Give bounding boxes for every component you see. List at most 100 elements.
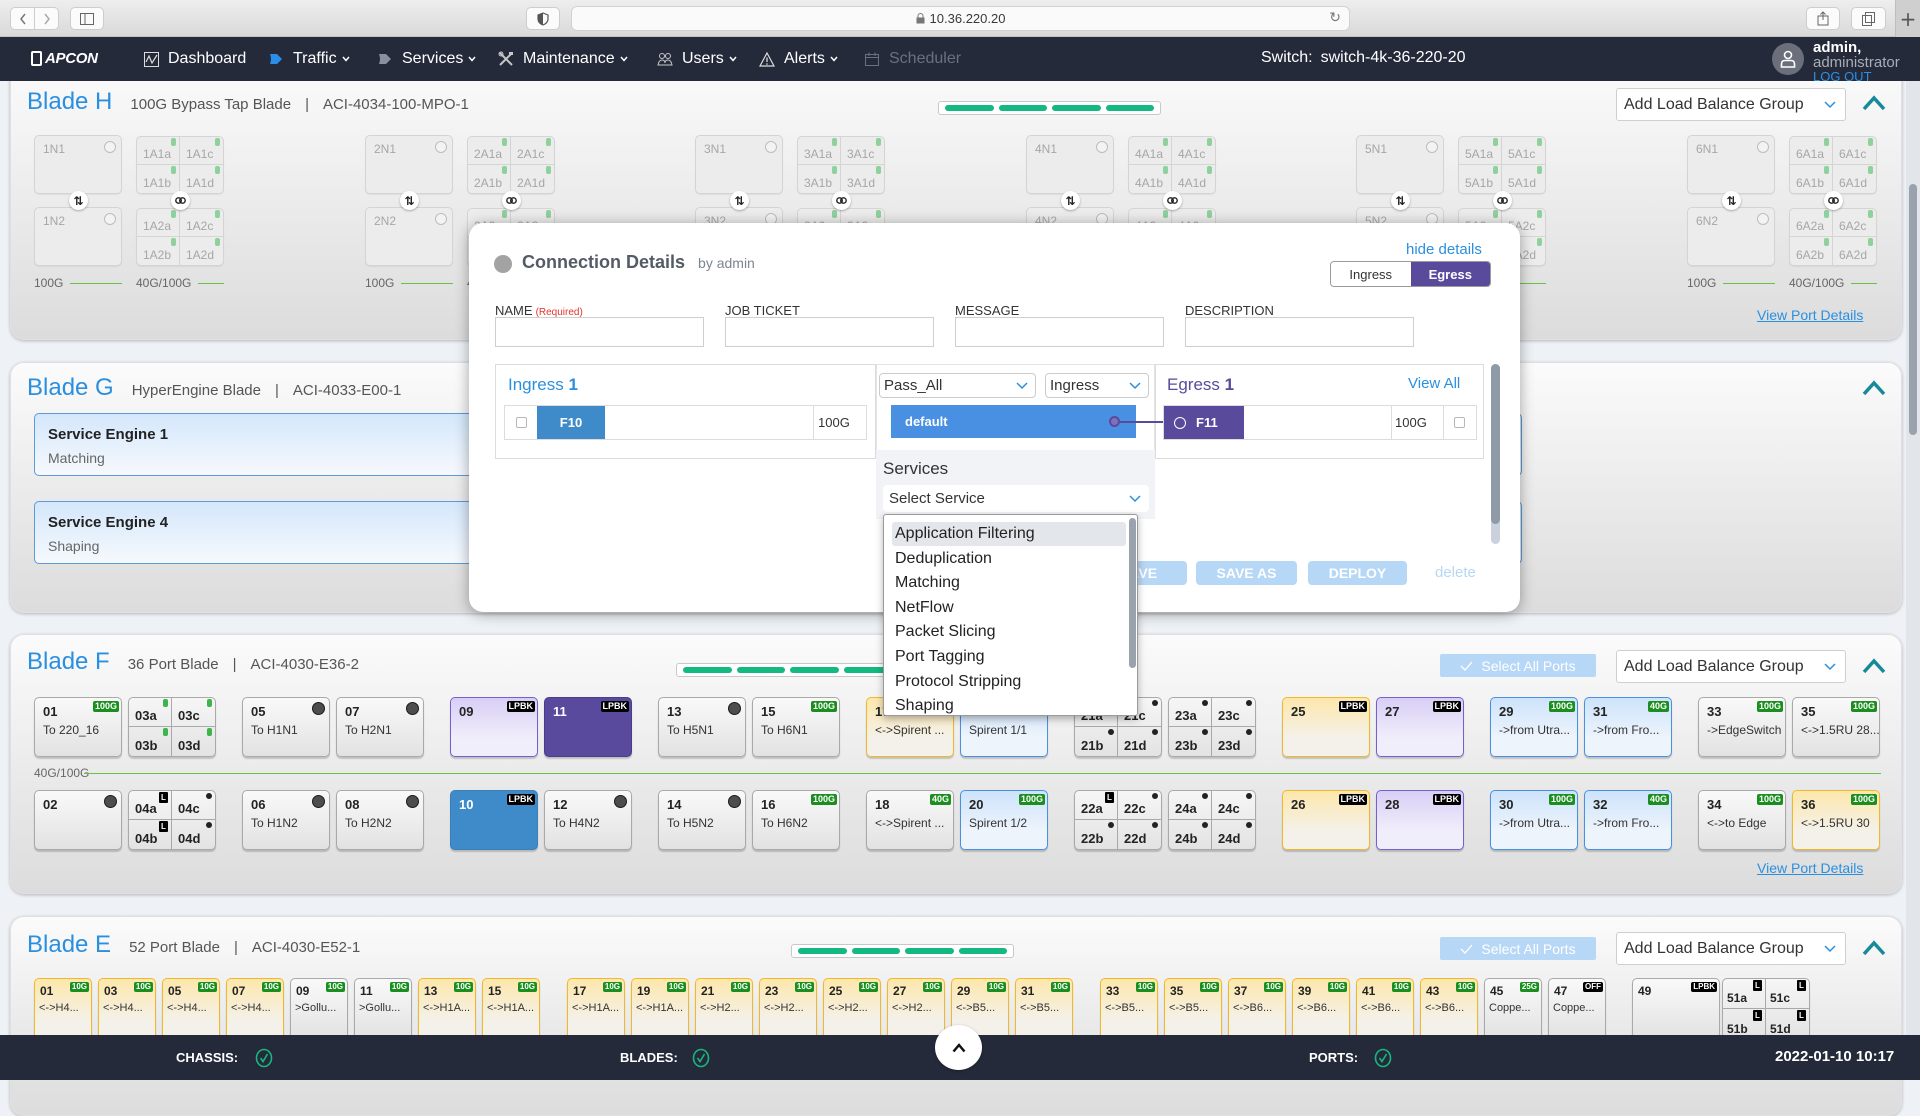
sub-port[interactable]: 1A1d [180, 165, 223, 193]
port-tile[interactable]: 02 [34, 790, 122, 850]
collapse-blade-button[interactable] [1862, 95, 1886, 111]
logout-link[interactable]: LOG OUT [1813, 70, 1872, 81]
port-tile[interactable]: 16 100G To H6N2 [752, 790, 840, 850]
port-tile[interactable]: 26 LPBK [1282, 790, 1370, 850]
sub-port[interactable]: 22c [1118, 791, 1161, 820]
port-tile[interactable]: 14 To H5N2 [658, 790, 746, 850]
message-input[interactable] [955, 317, 1164, 347]
sub-port[interactable]: 2A1a [468, 137, 511, 165]
sub-port[interactable]: 3A1b [798, 165, 841, 193]
port-tile[interactable]: 12 To H4N2 [544, 790, 632, 850]
sub-port[interactable]: 5A1d [1502, 165, 1545, 193]
sub-port[interactable]: 22d [1118, 820, 1161, 849]
nav-users[interactable]: Users [657, 48, 737, 70]
port-tile[interactable]: 11 10G >Gollu... [354, 978, 412, 1040]
panel-scrollbar-thumb[interactable] [1491, 364, 1500, 524]
sub-port[interactable]: 03d [172, 727, 215, 756]
service-option[interactable]: Protocol Stripping [892, 670, 1126, 694]
back-button[interactable] [10, 7, 35, 30]
sub-port[interactable]: 23b [1169, 727, 1212, 756]
nav-services[interactable]: Services [377, 48, 476, 70]
service-option[interactable]: Matching [892, 571, 1126, 595]
port-tile[interactable]: 39 10G <->B6... [1292, 978, 1350, 1040]
service-select[interactable]: Select Service [883, 485, 1149, 512]
swap-icon[interactable]: ⇅ [1722, 191, 1741, 210]
port-tile[interactable]: 13 To H5N1 [658, 697, 746, 757]
sub-port[interactable]: 3A1c [841, 137, 884, 165]
delete-link[interactable]: delete [1435, 564, 1476, 581]
port-tile[interactable]: 28 LPBK [1376, 790, 1464, 850]
service-option[interactable]: NetFlow [892, 596, 1126, 620]
port-tile[interactable]: 23 10G <->H2... [759, 978, 817, 1040]
port-tile[interactable]: 47 OFF Coppe... [1548, 978, 1606, 1040]
sub-port[interactable]: 4A1b [1129, 165, 1172, 193]
collapse-blade-button[interactable] [1862, 658, 1886, 674]
sub-port[interactable]: 51a L [1723, 979, 1766, 1009]
port-tile[interactable]: 31 40G ->from Fro... [1584, 697, 1672, 757]
user-avatar[interactable] [1772, 43, 1804, 75]
tabs-overview-button[interactable] [1851, 7, 1886, 30]
sub-port[interactable]: 6A1a [1790, 137, 1833, 165]
ingress-port-checkbox[interactable] [516, 417, 527, 428]
address-bar[interactable]: 10.36.220.20 ↻ [571, 6, 1350, 31]
sub-port[interactable]: 23a [1169, 698, 1212, 727]
deploy-button[interactable]: DEPLOY [1308, 561, 1407, 585]
port-tile[interactable]: 34 100G <->to Edge [1698, 790, 1786, 850]
port-tile[interactable]: 32 40G ->from Fro... [1584, 790, 1672, 850]
sub-port[interactable]: 22b [1075, 820, 1118, 849]
name-input[interactable] [495, 317, 704, 347]
port-tile[interactable]: 21 10G <->H2... [695, 978, 753, 1040]
port-tile[interactable]: 01 100G To 220_16 [34, 697, 122, 757]
sub-port[interactable]: 6A1d [1833, 165, 1876, 193]
link-icon[interactable] [1493, 191, 1512, 210]
direction-select[interactable]: Ingress [1045, 373, 1149, 398]
sub-port[interactable]: 6A1b [1790, 165, 1833, 193]
service-option[interactable]: Deduplication [892, 547, 1126, 571]
swap-icon[interactable]: ⇅ [1391, 191, 1410, 210]
view-port-details-link[interactable]: View Port Details [1757, 860, 1863, 876]
view-port-details-link[interactable]: View Port Details [1757, 307, 1863, 323]
privacy-button[interactable] [526, 7, 560, 30]
blade-title[interactable]: Blade E [27, 931, 111, 959]
port-tile[interactable]: 30 100G ->from Utra... [1490, 790, 1578, 850]
filter-select[interactable]: Pass_All [879, 373, 1036, 398]
toggle-ingress[interactable]: Ingress [1331, 262, 1411, 286]
nav-scheduler[interactable]: Scheduler [864, 48, 961, 70]
nav-dashboard[interactable]: Dashboard [143, 48, 246, 70]
scroll-to-top-button[interactable] [935, 1025, 982, 1070]
sub-port[interactable]: 04d [172, 820, 215, 849]
forward-button[interactable] [34, 7, 59, 30]
port-tile[interactable]: 1N2 [34, 207, 122, 266]
port-tile[interactable]: 05 To H1N1 [242, 697, 330, 757]
share-button[interactable] [1806, 7, 1840, 30]
port-tile[interactable]: 49 LPBK [1632, 978, 1720, 1040]
blade-title[interactable]: Blade H [27, 88, 112, 116]
sub-port[interactable]: 1A2d [180, 237, 223, 265]
sub-port[interactable]: 24d [1212, 820, 1255, 849]
collapse-blade-button[interactable] [1862, 380, 1886, 396]
port-tile[interactable]: 18 40G <->Spirent ... [866, 790, 954, 850]
sub-port[interactable]: 1A2c [180, 209, 223, 237]
description-input[interactable] [1185, 317, 1414, 347]
swap-icon[interactable]: ⇅ [1061, 191, 1080, 210]
hide-details-link[interactable]: hide details [1406, 241, 1482, 258]
sub-port[interactable]: 1A2b [137, 237, 180, 265]
save-as-button[interactable]: SAVE AS [1196, 561, 1297, 585]
service-option[interactable]: Packet Slicing [892, 620, 1126, 644]
sub-port[interactable]: 04a L [129, 791, 172, 820]
port-tile[interactable]: 10 LPBK [450, 790, 538, 850]
sub-port[interactable]: 04c [172, 791, 215, 820]
port-tile[interactable]: 09 LPBK [450, 697, 538, 757]
sub-port[interactable]: 24c [1212, 791, 1255, 820]
sub-port[interactable]: 21b [1075, 727, 1118, 756]
apcon-logo[interactable]: APCON [31, 50, 98, 67]
egress-port-checkbox[interactable] [1454, 417, 1465, 428]
sub-port[interactable]: 23c [1212, 698, 1255, 727]
port-tile[interactable]: 05 10G <->H4... [162, 978, 220, 1040]
port-tile[interactable]: 27 10G <->H2... [887, 978, 945, 1040]
sub-port[interactable]: 2A1b [468, 165, 511, 193]
sub-port[interactable]: 22a L [1075, 791, 1118, 820]
port-tile[interactable]: 2N1 [365, 135, 453, 194]
port-tile[interactable]: 35 10G <->B5... [1164, 978, 1222, 1040]
port-tile[interactable]: 13 10G <->H1A... [418, 978, 476, 1040]
